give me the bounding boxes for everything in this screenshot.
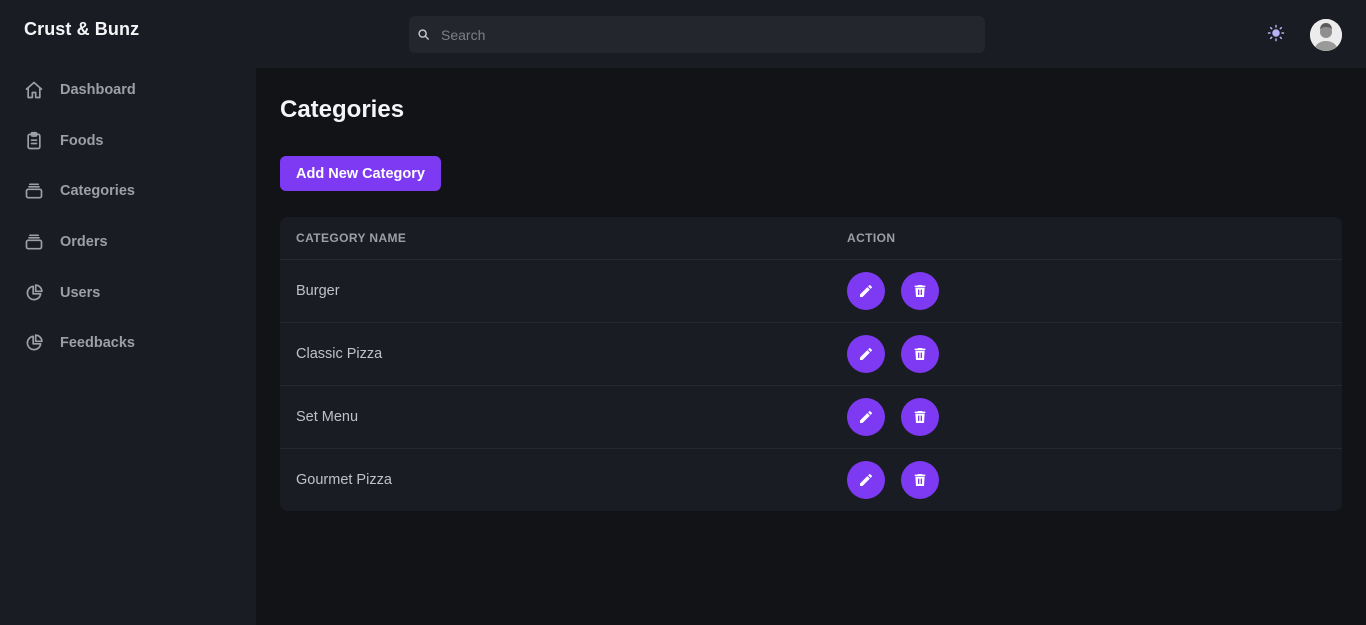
sidebar-item-foods[interactable]: Foods [0, 116, 256, 167]
page-title: Categories [280, 96, 405, 123]
sidebar-item-dashboard[interactable]: Dashboard [0, 65, 256, 116]
category-name-cell: Gourmet Pizza [296, 471, 392, 488]
category-name-cell: Set Menu [296, 408, 359, 425]
delete-button[interactable] [901, 334, 939, 373]
home-icon [24, 80, 44, 100]
sidebar-item-label: Orders [60, 234, 108, 251]
sidebar-item-users[interactable]: Users [0, 267, 256, 318]
table-row: Set Menu [280, 385, 1342, 448]
search-input[interactable] [441, 16, 985, 53]
sidebar-item-feedbacks[interactable]: Feedbacks [0, 318, 256, 369]
column-header-action: ACTION [847, 230, 896, 245]
table-row: Burger [280, 259, 1342, 322]
trash-icon [914, 473, 926, 486]
search-bar[interactable] [409, 16, 985, 53]
app: Crust & Bunz Dashboard Foods Categories [0, 0, 1366, 625]
edit-button[interactable] [847, 397, 885, 436]
table-row: Gourmet Pizza [280, 448, 1342, 511]
sun-icon [1267, 24, 1285, 47]
main-content: Categories Add New Category CATEGORY NAM… [256, 68, 1366, 625]
edit-button[interactable] [847, 460, 885, 499]
category-name-cell: Classic Pizza [296, 345, 383, 362]
column-header-category-name: CATEGORY NAME [296, 230, 407, 245]
edit-icon [860, 410, 872, 423]
tray-icon [24, 181, 44, 201]
trash-icon [914, 284, 926, 297]
sidebar-item-label: Users [60, 284, 101, 301]
sidebar-item-label: Dashboard [60, 82, 136, 99]
theme-toggle-button[interactable] [1264, 24, 1288, 46]
clipboard-icon [24, 131, 44, 151]
pie-chart-icon [24, 333, 44, 353]
edit-icon [860, 473, 872, 486]
edit-icon [860, 347, 872, 360]
sidebar-item-label: Categories [60, 183, 135, 200]
delete-button[interactable] [901, 397, 939, 436]
user-avatar-icon [1310, 19, 1342, 51]
tray-icon [24, 232, 44, 252]
category-name-cell: Burger [296, 282, 340, 299]
add-category-button[interactable]: Add New Category [280, 156, 441, 191]
edit-button[interactable] [847, 271, 885, 310]
sidebar-item-label: Feedbacks [60, 335, 135, 352]
brand-logo[interactable]: Crust & Bunz [24, 19, 139, 40]
sidebar: Crust & Bunz Dashboard Foods Categories [0, 0, 256, 625]
edit-icon [860, 284, 872, 297]
edit-button[interactable] [847, 334, 885, 373]
trash-icon [914, 347, 926, 360]
search-icon [417, 27, 433, 43]
sidebar-item-label: Foods [60, 132, 104, 149]
table-row: Classic Pizza [280, 322, 1342, 385]
sidebar-nav: Dashboard Foods Categories Orders Users … [0, 65, 256, 369]
trash-icon [914, 410, 926, 423]
delete-button[interactable] [901, 271, 939, 310]
delete-button[interactable] [901, 460, 939, 499]
avatar[interactable] [1310, 19, 1342, 51]
sidebar-item-categories[interactable]: Categories [0, 166, 256, 217]
table-header-row: CATEGORY NAME ACTION [280, 217, 1342, 259]
categories-table: CATEGORY NAME ACTION Burger Classic Pizz… [280, 217, 1342, 511]
sidebar-item-orders[interactable]: Orders [0, 217, 256, 268]
top-header [256, 0, 1366, 68]
pie-chart-icon [24, 283, 44, 303]
